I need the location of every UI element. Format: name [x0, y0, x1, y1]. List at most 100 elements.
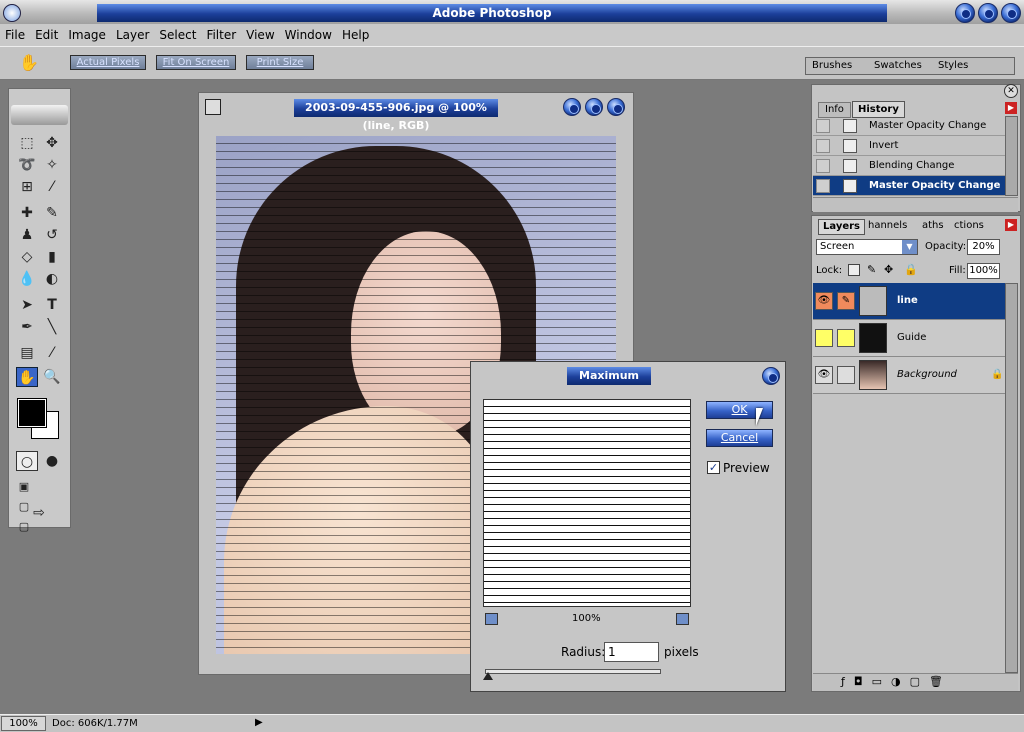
zoom-tool-icon[interactable]: 🔍 — [41, 367, 63, 387]
history-item[interactable]: Invert — [813, 136, 1005, 156]
tab-brushes[interactable]: Brushes — [812, 60, 852, 71]
menu-view[interactable]: View — [241, 24, 279, 46]
blur-tool-icon[interactable]: 💧 — [16, 269, 38, 289]
screen-mode-icon[interactable]: ▣ ▢ ▢ — [13, 477, 35, 533]
quick-mask-icon[interactable]: ● — [41, 451, 63, 471]
paint-brush-icon[interactable]: ✎ — [837, 292, 855, 310]
menu-window[interactable]: Window — [280, 24, 337, 46]
dialog-close-button[interactable] — [762, 367, 780, 385]
fit-on-screen-button[interactable]: Fit On Screen — [156, 55, 236, 70]
notes-tool-icon[interactable]: ▤ — [16, 343, 38, 363]
menu-file[interactable]: File — [0, 24, 30, 46]
tab-paths[interactable]: aths — [922, 220, 944, 231]
history-brush-icon[interactable]: ↺ — [41, 225, 63, 245]
menu-filter[interactable]: Filter — [201, 24, 241, 46]
menu-layer[interactable]: Layer — [111, 24, 154, 46]
radius-slider-track[interactable] — [485, 669, 661, 674]
mask-icon[interactable]: ◘ — [854, 675, 872, 688]
dodge-tool-icon[interactable]: ◐ — [41, 269, 63, 289]
app-icon[interactable] — [3, 4, 21, 22]
menu-help[interactable]: Help — [337, 24, 374, 46]
close-button[interactable] — [1001, 3, 1021, 23]
history-item[interactable]: Master Opacity Change — [813, 116, 1005, 136]
preview-checkbox[interactable]: ✓ — [707, 461, 720, 474]
menu-edit[interactable]: Edit — [30, 24, 63, 46]
lasso-tool-icon[interactable]: ➰ — [16, 155, 38, 175]
layer-row-line[interactable]: 👁 ✎ line — [813, 283, 1005, 320]
hand-tool-icon[interactable]: ✋ — [18, 53, 40, 73]
maximize-button[interactable] — [978, 3, 998, 23]
visibility-box[interactable] — [815, 329, 833, 347]
history-scrollbar[interactable] — [1005, 116, 1018, 196]
doc-minimize-button[interactable] — [563, 98, 581, 116]
link-box[interactable] — [837, 329, 855, 347]
tab-actions[interactable]: ctions — [954, 220, 984, 231]
standard-mode-icon[interactable]: ○ — [16, 451, 38, 471]
actual-pixels-button[interactable]: Actual Pixels — [70, 55, 146, 70]
menu-image[interactable]: Image — [63, 24, 111, 46]
brush-tool-icon[interactable]: ✎ — [41, 203, 63, 223]
cancel-button[interactable]: Cancel — [706, 429, 773, 447]
zoom-in-icon[interactable] — [676, 613, 689, 625]
tab-swatches[interactable]: Swatches — [874, 60, 922, 71]
type-tool-icon[interactable]: T — [41, 295, 63, 315]
hand-tool-selected-icon[interactable]: ✋ — [16, 367, 38, 387]
new-set-icon[interactable]: ▭ — [872, 675, 891, 688]
magic-wand-icon[interactable]: ✧ — [41, 155, 63, 175]
trash-icon[interactable]: 🗑 — [929, 675, 952, 688]
lock-paint-icon[interactable]: ✎ — [867, 263, 876, 276]
history-snapshot-box[interactable] — [816, 119, 830, 133]
imageready-jump-icon[interactable]: ⇨ — [16, 503, 62, 523]
pen-tool-icon[interactable]: ✒ — [16, 317, 38, 337]
history-snapshot-box[interactable] — [816, 159, 830, 173]
crop-tool-icon[interactable]: ⊞ — [16, 177, 38, 197]
adjustment-icon[interactable]: ◑ — [891, 675, 910, 688]
new-layer-icon[interactable]: ▢ — [910, 675, 929, 688]
history-snapshot-box[interactable] — [816, 179, 830, 193]
zoom-out-icon[interactable] — [485, 613, 498, 625]
gradient-tool-icon[interactable]: ▮ — [41, 247, 63, 267]
visibility-eye-icon[interactable]: 👁 — [815, 366, 833, 384]
doc-maximize-button[interactable] — [585, 98, 603, 116]
history-menu-arrow-icon[interactable]: ▶ — [1005, 102, 1017, 114]
history-item-selected[interactable]: Master Opacity Change — [813, 176, 1005, 196]
layer-row-background[interactable]: 👁 Background 🔒 — [813, 357, 1005, 394]
link-box[interactable] — [837, 366, 855, 384]
layers-menu-arrow-icon[interactable]: ▶ — [1005, 219, 1017, 231]
radius-input[interactable]: 1 — [604, 642, 659, 662]
lock-move-icon[interactable]: ✥ — [884, 263, 893, 276]
foreground-color-swatch[interactable] — [17, 398, 47, 428]
eraser-tool-icon[interactable]: ◇ — [16, 247, 38, 267]
slice-tool-icon[interactable]: ⁄ — [41, 177, 63, 197]
fill-input[interactable]: 100% — [967, 263, 1000, 279]
tab-layers[interactable]: Layers — [818, 219, 865, 235]
preview-pane[interactable] — [483, 399, 691, 607]
layer-row-guide[interactable]: Guide — [813, 320, 1005, 357]
layers-scrollbar[interactable] — [1005, 283, 1018, 673]
lock-all-icon[interactable]: 🔒 — [904, 263, 918, 276]
eyedropper-tool-icon[interactable]: ⁄ — [41, 343, 63, 363]
history-snapshot-box[interactable] — [816, 139, 830, 153]
lock-transparency-icon[interactable] — [848, 264, 860, 276]
status-menu-arrow-icon[interactable]: ▶ — [255, 716, 266, 730]
tab-styles[interactable]: Styles — [938, 60, 968, 71]
stamp-tool-icon[interactable]: ♟ — [16, 225, 38, 245]
status-zoom[interactable]: 100% — [1, 716, 46, 731]
doc-close-button[interactable] — [607, 98, 625, 116]
opacity-input[interactable]: 20% — [967, 239, 1000, 255]
menu-select[interactable]: Select — [154, 24, 201, 46]
visibility-eye-icon[interactable]: 👁 — [815, 292, 833, 310]
blend-mode-dropdown-icon[interactable]: ▼ — [902, 240, 917, 254]
line-tool-icon[interactable]: ╲ — [41, 317, 63, 337]
layer-style-icon[interactable]: ƒ — [841, 675, 854, 688]
marquee-tool-icon[interactable]: ⬚ — [16, 133, 38, 153]
move-tool-icon[interactable]: ✥ — [41, 133, 63, 153]
history-panel-close-icon[interactable]: ✕ — [1004, 84, 1018, 98]
document-icon[interactable] — [205, 99, 221, 115]
healing-brush-icon[interactable]: ✚ — [16, 203, 38, 223]
radius-slider-handle[interactable] — [483, 672, 493, 680]
tab-channels[interactable]: hannels — [868, 220, 907, 231]
path-select-icon[interactable]: ➤ — [16, 295, 38, 315]
minimize-button[interactable] — [955, 3, 975, 23]
print-size-button[interactable]: Print Size — [246, 55, 314, 70]
